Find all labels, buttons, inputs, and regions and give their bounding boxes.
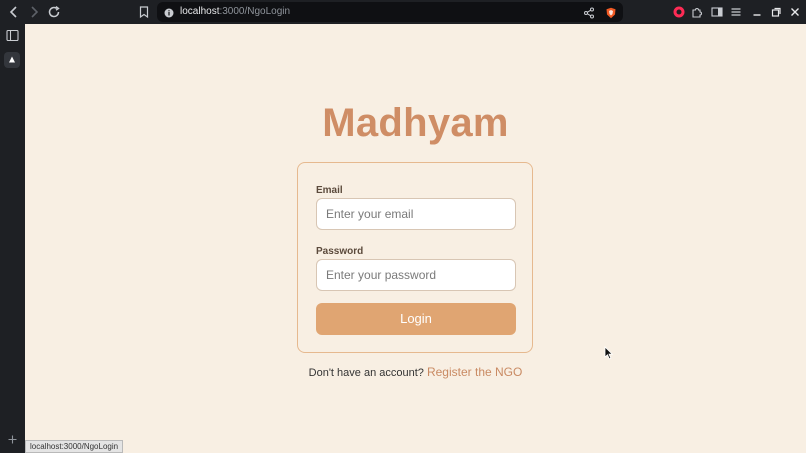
browser-toolbar: localhost:3000/NgoLogin	[0, 0, 806, 24]
restore-icon[interactable]	[769, 5, 783, 19]
email-label: Email	[316, 185, 343, 196]
login-button[interactable]: Login	[316, 303, 516, 335]
address-bar[interactable]: localhost:3000/NgoLogin	[157, 2, 623, 22]
brave-rewards-icon[interactable]	[672, 5, 686, 19]
reload-icon[interactable]	[46, 4, 62, 20]
register-ngo-link[interactable]: Register the NGO	[427, 365, 522, 379]
menu-icon[interactable]	[729, 5, 743, 19]
sidebar-add-icon[interactable]	[7, 432, 18, 444]
sidebar-app-icon[interactable]	[4, 52, 20, 68]
minimize-icon[interactable]	[750, 5, 764, 19]
sidebar-toggle-icon[interactable]	[710, 5, 724, 19]
brave-shields-icon[interactable]	[605, 6, 617, 19]
url-text[interactable]: localhost:3000/NgoLogin	[180, 5, 290, 19]
sidebar-panel-icon[interactable]	[6, 29, 19, 42]
email-field[interactable]	[316, 198, 516, 230]
password-field[interactable]	[316, 259, 516, 291]
browser-sidebar	[0, 24, 25, 453]
mouse-cursor-icon	[604, 346, 614, 360]
brand-title: Madhyam	[322, 101, 509, 145]
bookmark-icon[interactable]	[137, 5, 151, 19]
page-viewport: Madhyam Email Password Login Don't have …	[25, 24, 806, 453]
share-icon[interactable]	[583, 6, 595, 19]
back-icon[interactable]	[6, 4, 22, 20]
link-status-bar: localhost:3000/NgoLogin	[25, 440, 124, 453]
url-host: localhost	[180, 6, 220, 17]
forward-icon[interactable]	[26, 4, 42, 20]
url-path: :3000/NgoLogin	[219, 6, 291, 17]
register-prompt: Don't have an account?	[308, 367, 424, 379]
register-row: Don't have an account? Register the NGO	[25, 364, 806, 381]
site-info-icon[interactable]	[163, 6, 175, 18]
login-card: Email Password Login	[297, 162, 533, 353]
close-window-icon[interactable]	[788, 5, 802, 19]
password-label: Password	[316, 246, 364, 257]
extensions-icon[interactable]	[690, 5, 704, 19]
